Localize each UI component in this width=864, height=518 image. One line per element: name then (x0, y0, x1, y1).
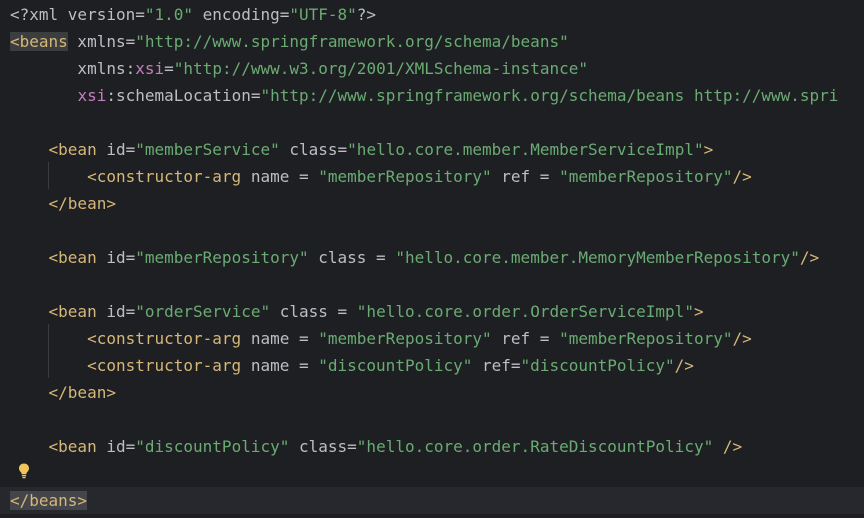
code-line-15[interactable]: </bean> (0, 379, 864, 406)
code-line-5[interactable] (0, 109, 864, 136)
code-token: = (164, 59, 174, 78)
code-line-19[interactable]: </beans> (0, 487, 864, 514)
code-line-8[interactable]: </bean> (0, 190, 864, 217)
code-token: "discountPolicy" (520, 356, 675, 375)
code-token: "1.0" (144, 5, 194, 24)
code-line-7[interactable]: <constructor-arg name = "memberRepositor… (0, 163, 864, 190)
code-token: xmlns: (10, 59, 136, 78)
code-token: /> (713, 437, 743, 456)
code-editor[interactable]: <?xml version="1.0" encoding="UTF-8"?> <b… (0, 0, 864, 518)
code-token: id= (96, 437, 136, 456)
code-token: name = (241, 329, 319, 348)
code-token: "hello.core.order.OrderServiceImpl" (356, 302, 694, 321)
code-token: id= (96, 302, 136, 321)
code-line-16[interactable] (0, 406, 864, 433)
code-token: "memberService" (135, 140, 280, 159)
code-token: "memberRepository" (559, 167, 733, 186)
code-token: "memberRepository" (559, 329, 733, 348)
code-token: ref = (491, 329, 560, 348)
code-token: "memberRepository" (318, 329, 492, 348)
code-token: class= (289, 437, 357, 456)
code-token: "discountPolicy" (318, 356, 473, 375)
code-line-1[interactable]: <?xml version="1.0" encoding="UTF-8"?> (0, 1, 864, 28)
code-token: name = (241, 356, 319, 375)
code-token: xmlns= (67, 32, 136, 51)
code-line-6[interactable]: <bean id="memberService" class="hello.co… (0, 136, 864, 163)
code-token: <constructor-arg (10, 356, 242, 375)
code-token: </beans> (10, 491, 88, 510)
code-token: "orderService" (135, 302, 271, 321)
code-line-4[interactable]: xsi:schemaLocation="http://www.springfra… (0, 82, 864, 109)
code-line-11[interactable] (0, 271, 864, 298)
code-token: "http://www.springframework.org/schema/b… (260, 86, 839, 105)
code-token: "hello.core.member.MemberServiceImpl" (347, 140, 704, 159)
code-line-12[interactable]: <bean id="orderService" class = "hello.c… (0, 298, 864, 325)
code-line-18[interactable] (0, 460, 864, 487)
code-line-9[interactable] (0, 217, 864, 244)
code-token: class= (279, 140, 348, 159)
code-token: encoding= (193, 5, 290, 24)
code-token: <bean (10, 437, 97, 456)
code-token: /> (799, 248, 820, 267)
code-token: :schemaLocation= (106, 86, 261, 105)
code-token: "UTF-8" (289, 5, 357, 24)
code-line-10[interactable]: <bean id="memberRepository" class = "hel… (0, 244, 864, 271)
code-token: ?> (356, 5, 377, 24)
code-token: "hello.core.member.MemoryMemberRepositor… (395, 248, 800, 267)
code-token: ref = (491, 167, 560, 186)
code-token: id= (96, 140, 136, 159)
code-token: <bean (10, 248, 97, 267)
code-line-17[interactable]: <bean id="discountPolicy" class="hello.c… (0, 433, 864, 460)
code-token: class = (308, 248, 396, 267)
code-line-14[interactable]: <constructor-arg name = "discountPolicy"… (0, 352, 864, 379)
code-token: "http://www.springframework.org/schema/b… (135, 32, 569, 51)
code-token: "http://www.w3.org/2001/XMLSchema-instan… (173, 59, 588, 78)
code-token: class = (270, 302, 357, 321)
code-token: "hello.core.order.RateDiscountPolicy" (356, 437, 714, 456)
code-token: /> (732, 167, 752, 186)
code-token: /> (674, 356, 694, 375)
code-token: <bean (10, 140, 97, 159)
code-line-3[interactable]: xmlns:xsi="http://www.w3.org/2001/XMLSch… (0, 55, 864, 82)
lightbulb-icon[interactable] (16, 462, 32, 480)
code-token: <beans (10, 32, 68, 51)
code-token: <constructor-arg (10, 329, 242, 348)
code-token: </bean> (10, 194, 116, 213)
code-token: xsi (77, 86, 107, 105)
code-token: name = (241, 167, 319, 186)
code-token: /> (732, 329, 752, 348)
code-token: <constructor-arg (10, 167, 242, 186)
code-token: ref= (472, 356, 521, 375)
code-token: "memberRepository" (135, 248, 309, 267)
code-token: <bean (10, 302, 97, 321)
code-line-13[interactable]: <constructor-arg name = "memberRepositor… (0, 325, 864, 352)
code-token: <?xml version= (10, 5, 145, 24)
code-token: > (693, 302, 704, 321)
code-token: xsi (135, 59, 165, 78)
code-token: "memberRepository" (318, 167, 492, 186)
code-token: id= (96, 248, 136, 267)
code-token: "discountPolicy" (135, 437, 290, 456)
code-token: > (703, 140, 714, 159)
code-line-2[interactable]: <beans xmlns="http://www.springframework… (0, 28, 864, 55)
code-token: </bean> (10, 383, 116, 402)
